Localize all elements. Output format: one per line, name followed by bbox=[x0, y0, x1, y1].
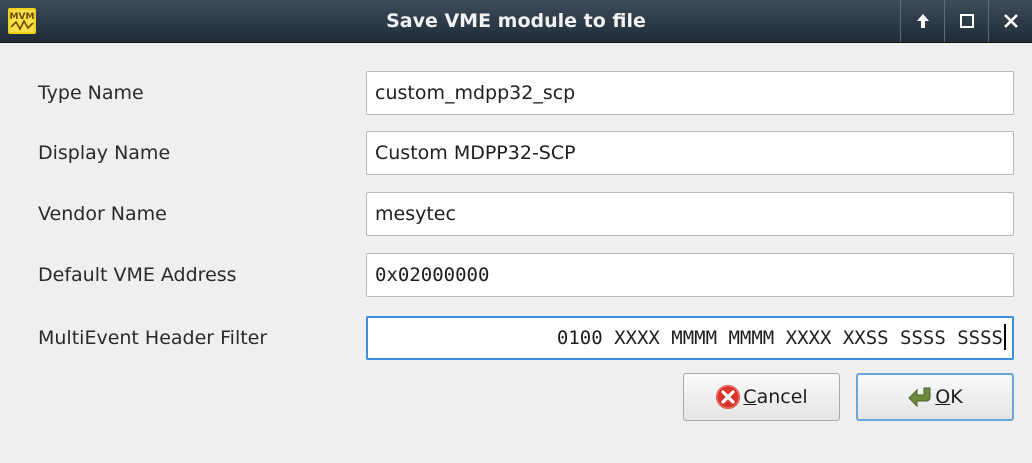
display-name-field[interactable]: Custom MDPP32-SCP bbox=[366, 131, 1014, 175]
maximize-button[interactable] bbox=[944, 0, 988, 42]
keep-above-button[interactable] bbox=[900, 0, 944, 42]
maximize-icon bbox=[959, 14, 974, 28]
default-vme-address-label: Default VME Address bbox=[38, 264, 237, 286]
display-name-label: Display Name bbox=[38, 142, 171, 164]
ok-icon bbox=[908, 387, 931, 408]
multievent-header-filter-value: 0100 XXXX MMMM MMMM XXXX XXSS SSSS SSSS bbox=[556, 327, 1003, 349]
dialog-window: MVM Save VME module to file Type Name cu… bbox=[0, 0, 1032, 463]
ok-button[interactable]: OK bbox=[856, 373, 1014, 421]
default-vme-address-field[interactable]: 0x02000000 bbox=[366, 253, 1014, 297]
type-name-label: Type Name bbox=[38, 82, 144, 104]
window-title: Save VME module to file bbox=[386, 10, 646, 32]
multievent-header-filter-label: MultiEvent Header Filter bbox=[38, 327, 268, 349]
vendor-name-field[interactable]: mesytec bbox=[366, 192, 1014, 236]
type-name-field[interactable]: custom_mdpp32_scp bbox=[366, 71, 1014, 115]
ok-button-label: OK bbox=[935, 386, 963, 408]
window-controls bbox=[900, 0, 1032, 42]
text-caret bbox=[1004, 323, 1006, 350]
cancel-icon bbox=[716, 385, 741, 409]
title-bar[interactable]: MVM Save VME module to file bbox=[0, 0, 1032, 43]
multievent-header-filter-field[interactable]: 0100 XXXX MMMM MMMM XXXX XXSS SSSS SSSS bbox=[366, 316, 1014, 360]
arrow-up-icon bbox=[916, 14, 929, 28]
close-icon bbox=[1003, 14, 1018, 28]
vendor-name-label: Vendor Name bbox=[38, 203, 167, 225]
cancel-button[interactable]: Cancel bbox=[683, 373, 840, 421]
cancel-button-label: Cancel bbox=[743, 386, 808, 408]
close-button[interactable] bbox=[988, 0, 1032, 42]
